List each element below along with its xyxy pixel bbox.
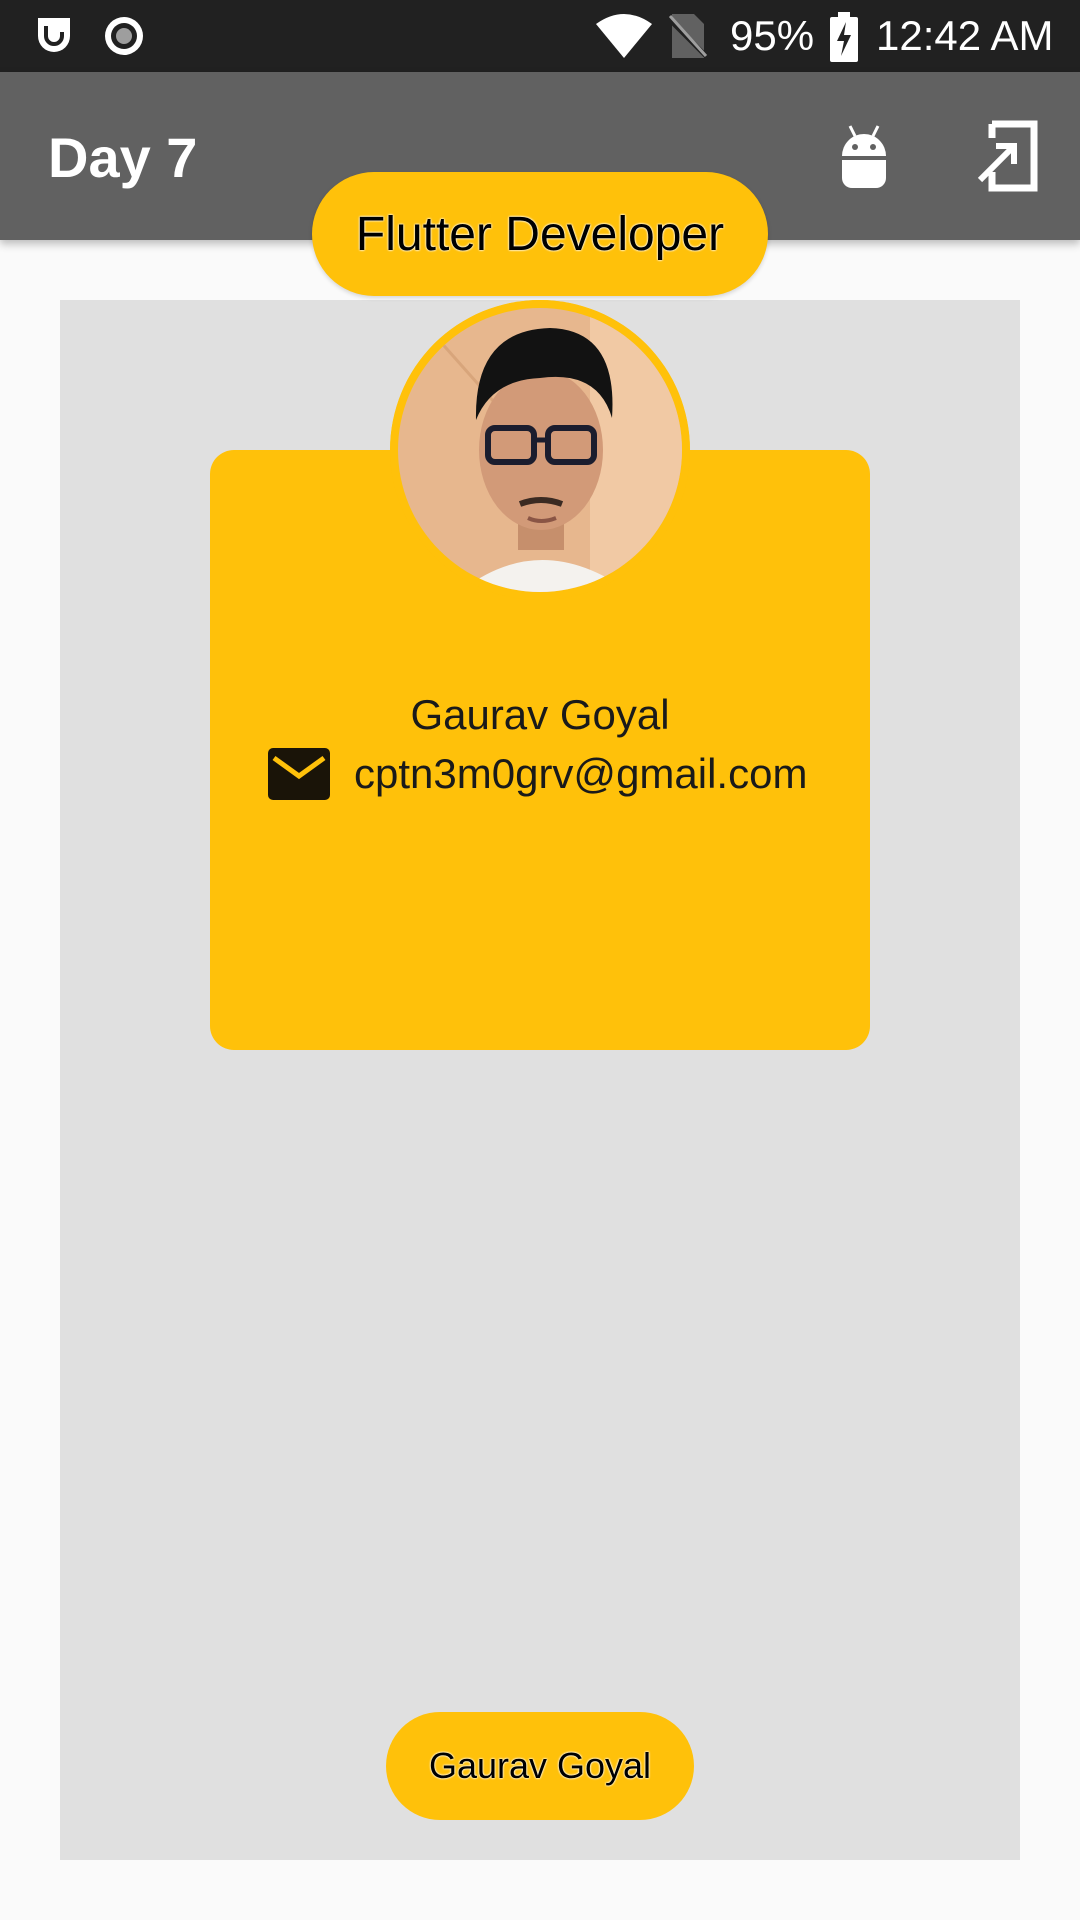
battery-charging-icon: [830, 12, 858, 62]
email-icon: [268, 748, 330, 800]
page-title: Day 7: [48, 126, 198, 189]
exit-button[interactable]: [972, 120, 1044, 192]
profile-photo: [390, 300, 690, 600]
notification-app-icon: [38, 18, 70, 52]
exit-to-app-icon: [977, 120, 1038, 192]
status-bar: 95% 12:42 AM: [0, 0, 1080, 72]
profile-name: Gaurav Goyal: [410, 691, 670, 738]
name-chip[interactable]: Gaurav Goyal: [386, 1712, 694, 1820]
android-icon: [842, 125, 886, 188]
wifi-icon: [596, 14, 652, 58]
avatar: [390, 300, 690, 600]
no-sim-icon: [668, 14, 708, 60]
profile-email[interactable]: cptn3m0grv@gmail.com: [354, 748, 807, 800]
clock: 12:42 AM: [876, 12, 1054, 59]
android-button[interactable]: [828, 120, 900, 192]
record-icon: [105, 17, 143, 55]
battery-percent: 95%: [730, 12, 815, 59]
role-chip[interactable]: Flutter Developer: [312, 172, 768, 296]
